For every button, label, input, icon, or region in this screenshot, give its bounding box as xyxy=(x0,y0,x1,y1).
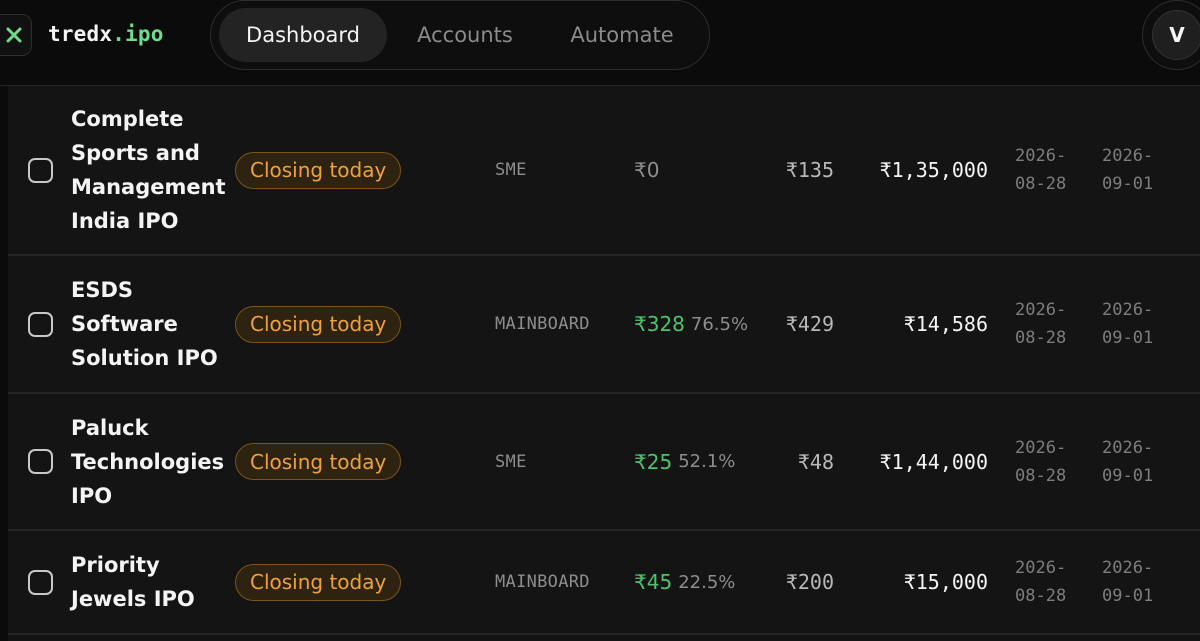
ipo-type: SME xyxy=(495,451,527,472)
table-row: Paluck Technologies IPO Closing today SME … xyxy=(8,394,1200,531)
open-date-part: 08-28 xyxy=(1015,465,1067,486)
gmp-percent: 22.5% xyxy=(678,571,736,593)
gmp-value: ₹45 22.5% xyxy=(634,531,735,633)
ipo-type: MAINBOARD xyxy=(495,314,590,334)
brand-name: tredx xyxy=(48,22,113,46)
logo-mark[interactable] xyxy=(0,14,32,56)
x-mark-icon xyxy=(5,26,23,44)
issue-price: ₹200 xyxy=(785,570,834,594)
table-row: ESDS Software Solution IPO Closing today M… xyxy=(8,256,1200,394)
ipo-type: SME xyxy=(495,160,527,180)
close-date-part: 2026- xyxy=(1102,300,1154,320)
open-date: 2026- 08-28 xyxy=(1015,531,1066,633)
gmp-amount: ₹25 xyxy=(634,449,673,474)
open-date: 2026- 08-28 xyxy=(1015,256,1066,392)
ipo-name-line: Technologies xyxy=(71,449,225,474)
gmp-percent: 52.1% xyxy=(678,451,736,472)
min-investment: ₹15,000 xyxy=(903,570,988,594)
table-row: Complete Sports and Management India IPO Cl… xyxy=(8,86,1200,256)
min-investment: ₹1,44,000 xyxy=(879,449,988,474)
close-date-part: 09-01 xyxy=(1102,328,1154,348)
row-checkbox[interactable] xyxy=(28,157,53,183)
ipo-name-line: Jewels IPO xyxy=(71,587,195,611)
ipo-name-line: Sports and xyxy=(71,141,200,165)
close-date: 2026- 09-01 xyxy=(1102,531,1153,633)
open-date-part: 08-28 xyxy=(1015,328,1067,348)
gmp-amount: ₹45 xyxy=(634,570,673,594)
main-nav: Dashboard Accounts Automate xyxy=(210,0,710,70)
open-date-part: 2026- xyxy=(1015,146,1067,166)
ipo-name-line: Software xyxy=(71,312,178,336)
ipo-name-line: India IPO xyxy=(71,209,179,233)
open-date-part: 2026- xyxy=(1015,437,1067,458)
brand-wordmark: tredx.ipo xyxy=(48,22,164,46)
gmp-value: ₹25 52.1% xyxy=(634,394,735,529)
gmp-percent: 76.5% xyxy=(690,313,749,335)
status-badge: Closing today xyxy=(235,151,402,189)
close-date: 2026- 09-01 xyxy=(1102,86,1153,254)
close-date: 2026- 09-01 xyxy=(1102,256,1153,392)
gmp-value: ₹0 xyxy=(634,86,665,254)
tab-automate[interactable]: Automate xyxy=(547,8,697,62)
issue-price: ₹48 xyxy=(797,449,834,474)
gmp-amount: ₹0 xyxy=(634,158,660,182)
tab-accounts[interactable]: Accounts xyxy=(391,8,539,62)
status-badge: Closing today xyxy=(235,563,402,601)
open-date-part: 2026- xyxy=(1015,300,1067,320)
open-date: 2026- 08-28 xyxy=(1015,394,1066,529)
brand-suffix: .ipo xyxy=(112,22,164,46)
ipo-name-line: Complete xyxy=(71,107,184,131)
ipo-name-line: ESDS xyxy=(71,278,134,302)
ipo-name-line: Management xyxy=(71,175,226,199)
close-date: 2026- 09-01 xyxy=(1102,394,1153,529)
status-badge: Closing today xyxy=(235,443,402,480)
ipo-name-line: IPO xyxy=(71,483,113,508)
open-date-part: 08-28 xyxy=(1015,174,1067,194)
min-investment: ₹14,586 xyxy=(903,312,988,336)
close-date-part: 2026- xyxy=(1102,437,1154,458)
open-date: 2026- 08-28 xyxy=(1015,86,1066,254)
open-date-part: 08-28 xyxy=(1015,586,1067,606)
close-date-part: 09-01 xyxy=(1102,586,1154,606)
ipo-name[interactable]: Paluck Technologies IPO xyxy=(71,394,231,529)
ipo-name[interactable]: Priority Jewels IPO xyxy=(71,531,231,633)
ipo-name-line: Priority xyxy=(71,553,160,577)
row-checkbox[interactable] xyxy=(28,569,53,595)
table-row: Priority Jewels IPO Closing today MAINBOA… xyxy=(8,531,1200,635)
ipo-table: Complete Sports and Management India IPO Cl… xyxy=(8,86,1200,641)
ipo-type: MAINBOARD xyxy=(495,572,590,592)
tab-dashboard[interactable]: Dashboard xyxy=(219,8,387,62)
min-investment: ₹1,35,000 xyxy=(879,158,988,182)
avatar[interactable]: V xyxy=(1152,10,1200,60)
status-badge: Closing today xyxy=(235,305,402,343)
close-date-part: 09-01 xyxy=(1102,174,1154,194)
top-header: tredx.ipo Dashboard Accounts Automate V xyxy=(0,0,1200,86)
ipo-name[interactable]: ESDS Software Solution IPO xyxy=(71,256,231,392)
issue-price: ₹429 xyxy=(785,312,834,336)
close-date-part: 2026- xyxy=(1102,558,1154,578)
ipo-name[interactable]: Complete Sports and Management India IPO xyxy=(71,86,231,254)
ipo-name-line: Solution IPO xyxy=(71,346,218,370)
user-menu: V xyxy=(1142,0,1200,70)
row-checkbox[interactable] xyxy=(28,311,53,337)
gmp-value: ₹328 76.5% xyxy=(634,256,748,392)
open-date-part: 2026- xyxy=(1015,558,1067,578)
gmp-amount: ₹328 xyxy=(634,312,685,336)
row-checkbox[interactable] xyxy=(28,449,53,474)
close-date-part: 09-01 xyxy=(1102,465,1154,486)
ipo-name-line: Paluck xyxy=(71,415,149,440)
close-date-part: 2026- xyxy=(1102,146,1154,166)
issue-price: ₹135 xyxy=(785,158,834,182)
